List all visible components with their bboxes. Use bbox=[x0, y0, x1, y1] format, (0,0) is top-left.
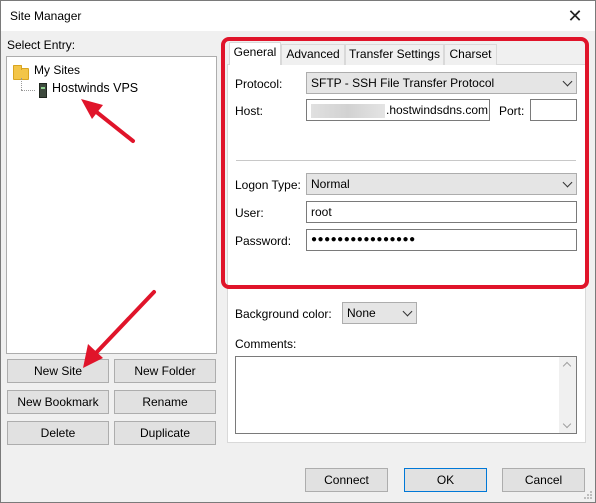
tree-connector bbox=[21, 90, 35, 91]
host-value: .hostwindsdns.com bbox=[386, 103, 489, 117]
duplicate-button[interactable]: Duplicate bbox=[114, 421, 216, 445]
background-color-select[interactable]: None bbox=[342, 302, 417, 324]
new-bookmark-button[interactable]: New Bookmark bbox=[7, 390, 109, 414]
divider bbox=[236, 160, 576, 161]
protocol-value: SFTP - SSH File Transfer Protocol bbox=[311, 76, 495, 90]
background-color-value: None bbox=[347, 306, 376, 320]
background-color-label: Background color: bbox=[235, 307, 332, 321]
comments-scrollbar[interactable] bbox=[559, 357, 576, 433]
comments-textarea[interactable] bbox=[235, 356, 577, 434]
scroll-up-icon[interactable] bbox=[562, 361, 572, 371]
chevron-down-icon bbox=[562, 76, 573, 87]
tab-advanced[interactable]: Advanced bbox=[281, 44, 345, 65]
tree-item-hostwinds-vps[interactable]: Hostwinds VPS bbox=[52, 79, 138, 97]
protocol-select[interactable]: SFTP - SSH File Transfer Protocol bbox=[306, 72, 577, 94]
protocol-label: Protocol: bbox=[235, 77, 283, 91]
tab-charset[interactable]: Charset bbox=[444, 44, 497, 65]
redacted-host-prefix bbox=[311, 103, 385, 118]
logon-type-select[interactable]: Normal bbox=[306, 173, 577, 195]
host-label: Host: bbox=[235, 104, 264, 118]
password-input[interactable]: ●●●●●●●●●●●●●●●● bbox=[306, 229, 577, 251]
resize-grip-icon[interactable] bbox=[583, 490, 593, 500]
user-value: root bbox=[311, 205, 332, 219]
connect-button[interactable]: Connect bbox=[305, 468, 388, 492]
password-value: ●●●●●●●●●●●●●●●● bbox=[311, 234, 416, 245]
scroll-down-icon[interactable] bbox=[562, 419, 572, 429]
rename-button[interactable]: Rename bbox=[114, 390, 216, 414]
password-label: Password: bbox=[235, 234, 292, 248]
cancel-button[interactable]: Cancel bbox=[502, 468, 585, 492]
tab-general[interactable]: General bbox=[229, 42, 281, 65]
comments-label: Comments: bbox=[235, 337, 297, 351]
site-tree[interactable]: My Sites Hostwinds VPS bbox=[6, 56, 217, 354]
user-label: User: bbox=[235, 206, 264, 220]
user-input[interactable]: root bbox=[306, 201, 577, 223]
port-input[interactable] bbox=[530, 99, 577, 121]
port-label: Port: bbox=[499, 104, 525, 118]
ok-button[interactable]: OK bbox=[404, 468, 487, 492]
site-manager-window: Site Manager ✕ Select Entry: My Sites Ho… bbox=[0, 0, 596, 503]
logon-type-value: Normal bbox=[311, 177, 350, 191]
tree-item-label: My Sites bbox=[34, 63, 81, 77]
new-folder-button[interactable]: New Folder bbox=[114, 359, 216, 383]
delete-button[interactable]: Delete bbox=[7, 421, 109, 445]
logon-type-label: Logon Type: bbox=[235, 178, 301, 192]
chevron-down-icon bbox=[562, 177, 573, 188]
tree-item-label: Hostwinds VPS bbox=[52, 81, 139, 95]
close-icon[interactable]: ✕ bbox=[555, 1, 595, 31]
window-title: Site Manager bbox=[10, 9, 82, 23]
title-bar: Site Manager ✕ bbox=[1, 1, 595, 31]
new-site-button[interactable]: New Site bbox=[7, 359, 109, 383]
tree-connector bbox=[21, 78, 22, 90]
select-entry-label: Select Entry: bbox=[7, 38, 76, 52]
tab-transfer-settings[interactable]: Transfer Settings bbox=[345, 44, 444, 65]
tree-item-my-sites[interactable]: My Sites bbox=[7, 61, 127, 80]
host-input[interactable]: .hostwindsdns.com bbox=[306, 99, 490, 121]
chevron-down-icon bbox=[402, 306, 413, 317]
server-icon bbox=[39, 83, 47, 98]
